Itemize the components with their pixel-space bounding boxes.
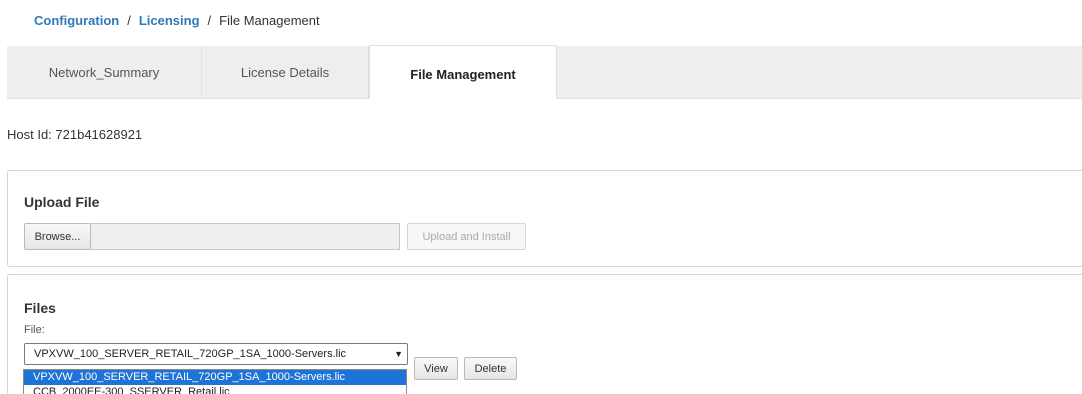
tab-network-summary[interactable]: Network_Summary [7,46,202,98]
upload-file-panel: Upload File Browse... Upload and Install [7,170,1082,267]
file-select-value: VPXVW_100_SERVER_RETAIL_720GP_1SA_1000-S… [34,348,347,360]
breadcrumb-current: File Management [219,13,320,28]
tab-label: License Details [240,64,330,80]
tab-file-management[interactable]: File Management [369,45,557,99]
upload-and-install-button[interactable]: Upload and Install [407,223,526,250]
tab-label: File Management [410,67,516,82]
file-label: File: [24,324,45,336]
dropdown-option[interactable]: VPXVW_100_SERVER_RETAIL_720GP_1SA_1000-S… [24,370,406,385]
file-management-page: Configuration / Licensing / File Management … [0,0,1082,394]
browse-button[interactable]: Browse... [24,223,91,250]
tab-license-details[interactable]: License Details [202,46,369,98]
breadcrumb: Configuration / Licensing / File Management [34,13,320,28]
breadcrumb-configuration[interactable]: Configuration [34,13,119,28]
upload-file-title: Upload File [24,194,100,210]
view-button[interactable]: View [414,357,458,380]
breadcrumb-separator: / [207,13,212,28]
files-title: Files [24,300,56,316]
breadcrumb-separator: / [127,13,131,28]
breadcrumb-licensing[interactable]: Licensing [139,13,200,28]
tab-bar: Network_Summary License Details File Man… [7,45,1082,99]
delete-button[interactable]: Delete [464,357,517,380]
tab-label: Network_Summary [48,64,160,80]
dropdown-option[interactable]: CCB_2000EE-300_SSERVER_Retail.lic [24,385,406,394]
file-dropdown-list: VPXVW_100_SERVER_RETAIL_720GP_1SA_1000-S… [23,369,407,394]
file-select[interactable]: VPXVW_100_SERVER_RETAIL_720GP_1SA_1000-S… [24,343,408,365]
host-id: Host Id: 721b41628921 [7,127,143,142]
file-path-field[interactable] [91,223,400,250]
dropdown-arrow-icon: ▼ [394,349,403,359]
